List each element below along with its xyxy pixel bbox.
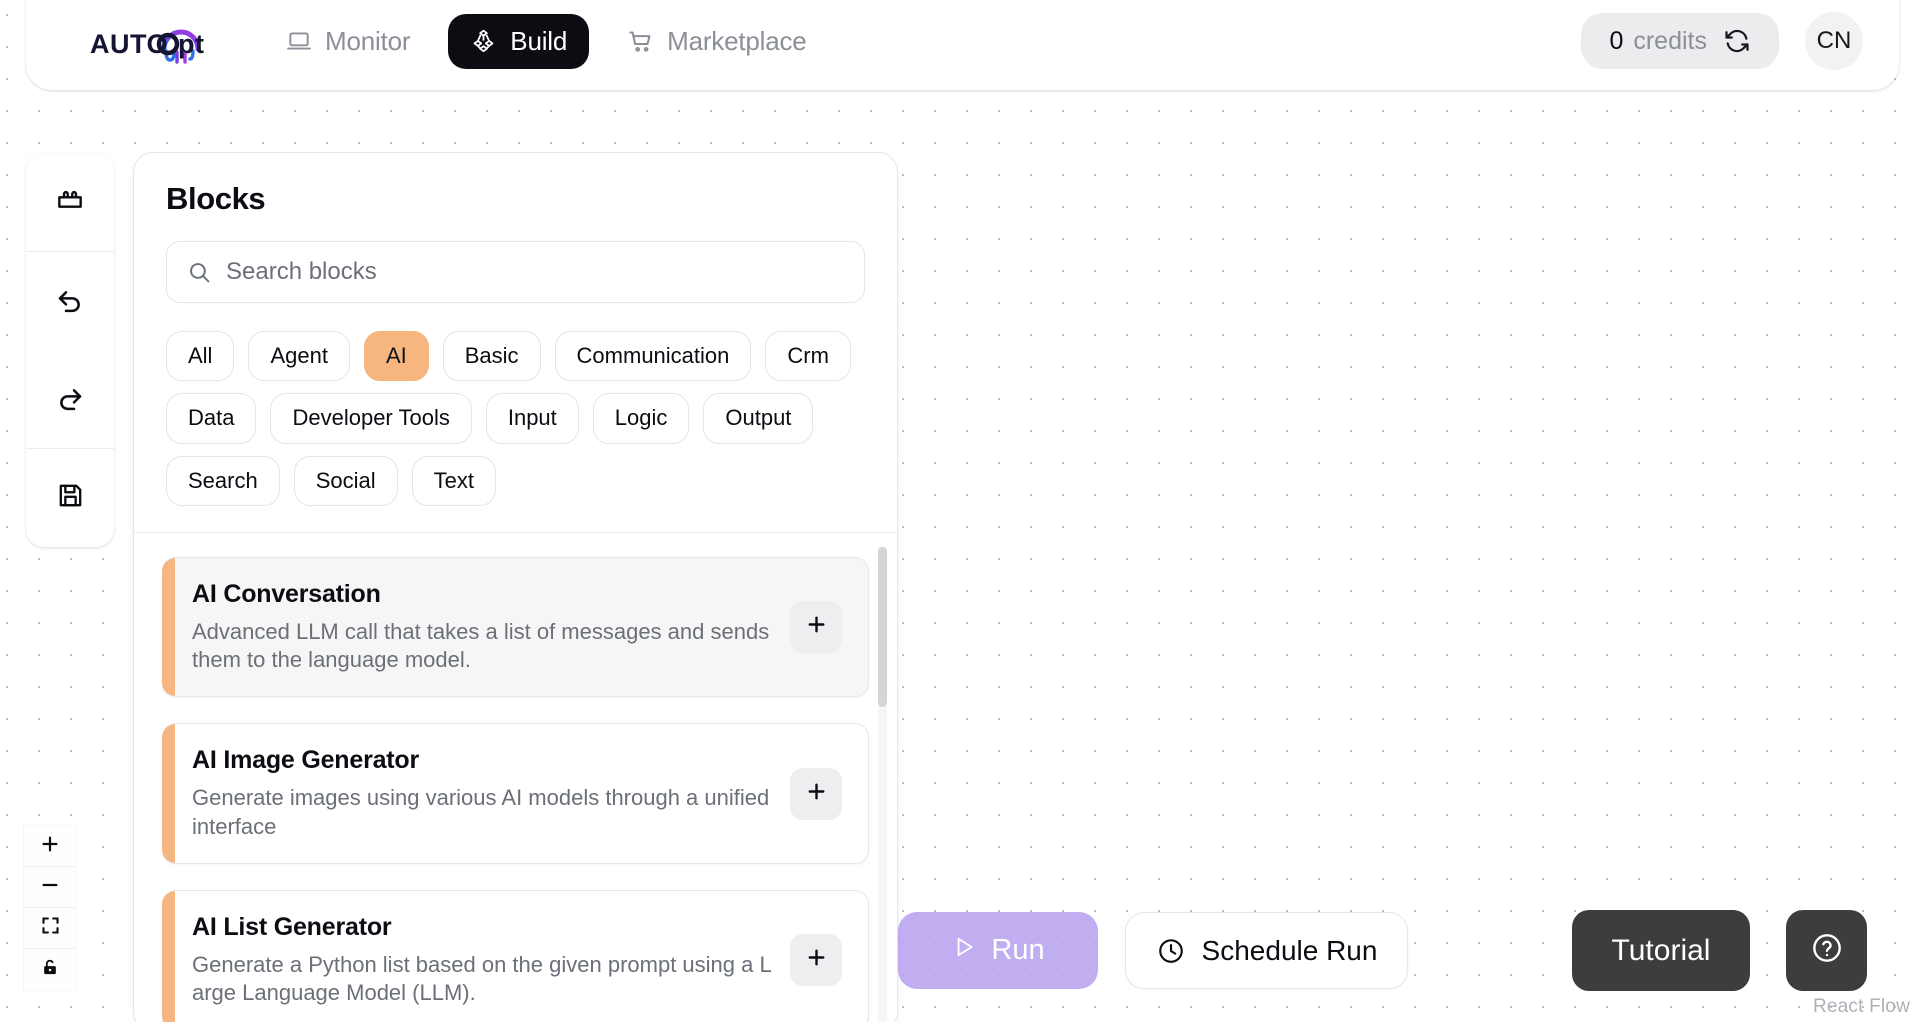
autogpt-logo[interactable]: AUTO p t [88,15,212,67]
save-button[interactable] [26,449,114,547]
clock-icon [1156,936,1186,966]
build-page: AUTO p t Monitor Build Marketplace 0 cre… [0,0,1920,1022]
shopping-cart-icon [627,28,654,55]
zoom-out-button[interactable] [24,867,76,908]
filter-chip[interactable]: Agent [248,331,350,382]
nav-label: Monitor [325,25,411,56]
filter-chip[interactable]: All [166,331,235,382]
filter-chip[interactable]: Output [703,393,814,444]
nav-label: Build [510,25,568,56]
filter-chip[interactable]: Logic [592,393,690,444]
plus-icon [804,945,829,975]
add-block-button[interactable] [790,601,842,654]
tutorial-label: Tutorial [1611,933,1711,967]
laptop-icon [286,28,312,54]
scrollbar-thumb[interactable] [878,547,887,708]
add-block-button[interactable] [790,767,842,820]
lock-canvas-button[interactable] [24,949,76,990]
minus-icon [39,874,61,901]
run-button[interactable]: Run [898,912,1098,989]
avatar-initials: CN [1816,27,1852,54]
panel-title: Blocks [166,181,266,216]
fit-view-icon [40,915,61,941]
play-icon [951,934,977,968]
toggle-blocks-panel-button[interactable] [26,153,114,251]
search-input[interactable] [226,258,844,286]
nav-item-monitor[interactable]: Monitor [264,14,432,69]
credits-amount: 0 [1609,26,1624,55]
plus-icon [804,779,829,809]
filter-chip[interactable]: Developer Tools [270,393,472,444]
undo-icon [54,283,86,320]
filter-chip[interactable]: Search [166,455,280,507]
save-floppy-icon [55,480,86,516]
canvas-zoom-controls [24,826,76,990]
block-description: Generate images using various AI models … [192,785,770,839]
add-block-button[interactable] [790,933,842,986]
filter-chip[interactable]: Crm [765,331,851,382]
block-title: AI List Generator [192,912,392,941]
redo-icon [54,381,86,418]
svg-text:p: p [178,29,195,59]
redo-button[interactable] [26,350,114,448]
help-button[interactable] [1786,910,1867,991]
block-title: AI Conversation [192,580,381,609]
nav-label: Marketplace [667,25,807,56]
block-card-body: AI List Generator Generate a Python list … [192,913,790,1007]
search-icon [187,260,212,285]
avatar[interactable]: CN [1805,12,1863,70]
block-description: Generate a Python list based on the give… [192,951,772,1005]
block-card-body: AI Conversation Advanced LLM call that ta… [192,580,790,674]
svg-text:AUTO: AUTO [90,29,168,59]
tutorial-button[interactable]: Tutorial [1572,910,1750,991]
filter-chip[interactable]: Basic [442,331,541,382]
nav-item-marketplace[interactable]: Marketplace [605,14,828,69]
left-toolbar [26,153,114,547]
run-label: Run [991,934,1045,966]
svg-text:t: t [195,29,204,59]
blocks-cubes-icon [470,28,497,55]
search-blocks-container[interactable] [166,241,865,303]
filter-chip[interactable]: Social [293,455,398,507]
credits-label: credits [1633,26,1707,55]
refresh-icon[interactable] [1723,27,1751,55]
filter-chips: All Agent AI Basic Communication Crm Data Devel… [166,331,865,507]
block-card-body: AI Image Generator Generate images using … [192,746,790,840]
block-card[interactable]: AI List Generator Generate a Python list … [162,889,869,1022]
fit-view-button[interactable] [24,908,76,949]
blocks-list[interactable]: AI Conversation Advanced LLM call that ta… [134,533,897,1022]
block-card[interactable]: AI Conversation Advanced LLM call that ta… [162,557,869,698]
plus-icon [804,612,829,642]
nav-item-build[interactable]: Build [448,13,590,69]
filter-chip[interactable]: Data [166,393,257,444]
filter-chip[interactable]: Text [411,455,496,507]
blocks-panel: Blocks All Agent AI Basic Communication Crm Da… [133,152,898,1022]
lock-icon [40,957,60,982]
schedule-run-label: Schedule Run [1201,934,1378,966]
block-card[interactable]: AI Image Generator Generate images using … [162,723,869,864]
undo-button[interactable] [26,252,114,350]
plus-icon [39,833,61,860]
schedule-run-button[interactable]: Schedule Run [1125,912,1408,989]
block-title: AI Image Generator [192,746,420,775]
zoom-in-button[interactable] [24,826,76,867]
react-flow-attribution[interactable]: React Flow [1813,996,1910,1018]
top-navbar: AUTO p t Monitor Build Marketplace 0 cre… [26,0,1899,90]
block-description: Advanced LLM call that takes a list of m… [192,619,770,673]
filter-chip[interactable]: AI [363,331,429,382]
blocks-brick-icon [54,184,86,221]
credits-pill[interactable]: 0 credits [1581,13,1779,69]
main-nav: Monitor Build Marketplace [264,13,829,69]
question-circle-icon [1808,929,1846,972]
filter-chip[interactable]: Input [485,393,579,444]
filter-chip[interactable]: Communication [554,331,752,382]
